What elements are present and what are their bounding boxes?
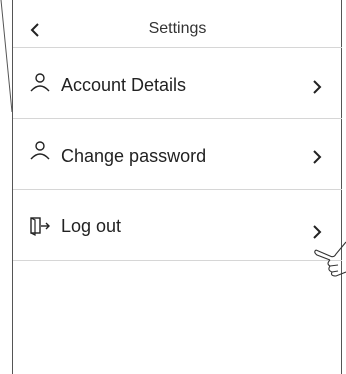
chevron-right-icon <box>313 80 322 94</box>
menu-item-label: Log out <box>61 216 122 236</box>
page-title: Settings <box>148 20 207 37</box>
menu-item-label: Account Details <box>61 75 187 95</box>
user-icon <box>30 141 50 160</box>
user-icon <box>30 73 50 92</box>
menu-item-change-password[interactable]: Change password <box>13 119 342 190</box>
phone-screen-sketch: Settings Account Details Change password <box>0 0 346 374</box>
settings-screen: Settings Account Details Change password <box>12 0 342 374</box>
menu-item-account-details[interactable]: Account Details <box>13 48 342 119</box>
menu-item-log-out[interactable]: Log out <box>13 190 342 261</box>
menu-item-label: Change password <box>61 146 207 166</box>
hand-pointer-icon <box>314 241 346 277</box>
chevron-right-icon <box>313 150 322 164</box>
app-header: Settings <box>13 15 342 48</box>
logout-icon <box>30 217 50 236</box>
